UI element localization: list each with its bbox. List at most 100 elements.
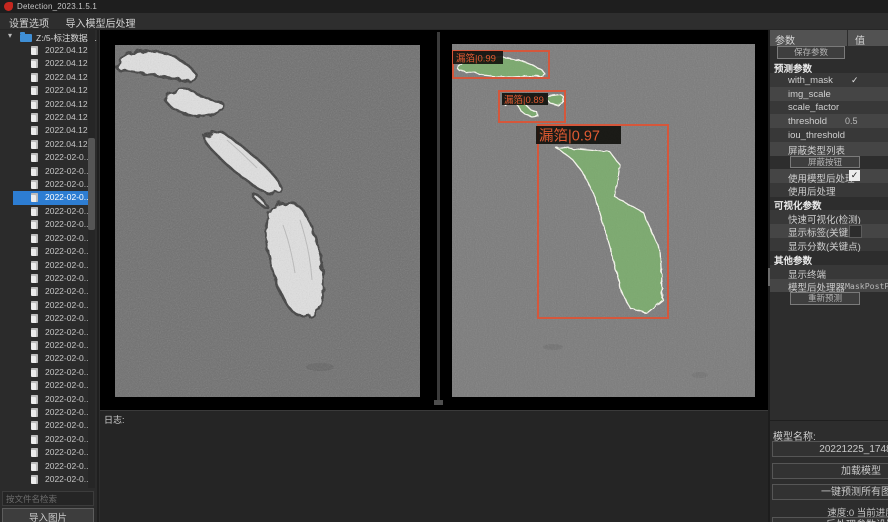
file-icon (31, 462, 38, 471)
parameter-row[interactable]: with_mask ✓ (770, 73, 888, 87)
postprocess-settings-button[interactable]: 后处理参数设置 (772, 517, 888, 522)
file-tree-item[interactable]: 2022-02-0... (0, 352, 88, 365)
parameter-row[interactable]: 预测参数 (770, 60, 888, 74)
file-tree-item[interactable]: 2022-02-0... (0, 393, 88, 406)
file-icon (31, 435, 38, 444)
parameter-row[interactable]: 使用模型后处理 ✓ (770, 169, 888, 183)
viewport-splitter-handle[interactable] (434, 400, 443, 405)
file-tree-item[interactable]: 2022.04.12... (0, 57, 88, 70)
file-tree-item[interactable]: 2022-02-0... (0, 259, 88, 272)
file-tree-item[interactable]: 2022-02-0... (0, 473, 88, 486)
column-header-value: 值 (848, 30, 888, 46)
log-output[interactable] (104, 425, 766, 522)
file-name: 2022-02-0... (45, 474, 88, 484)
file-tree-item[interactable]: 2022-02-0... (0, 245, 88, 258)
file-icon (31, 341, 38, 350)
file-tree-item[interactable]: 2022.04.12... (0, 71, 88, 84)
file-tree-item[interactable]: 2022.04.12... (0, 98, 88, 111)
file-icon (31, 167, 38, 176)
file-icon (31, 448, 38, 457)
file-tree-item[interactable]: 2022-02-0... (0, 326, 88, 339)
file-icon (31, 261, 38, 270)
source-image (115, 45, 420, 397)
file-name: 2022.04.12... (45, 85, 88, 95)
file-tree-item[interactable]: 2022-02-0... (0, 419, 88, 432)
parameter-value[interactable]: 0.5 (845, 116, 858, 126)
file-tree-item[interactable]: 2022-02-0... (0, 285, 88, 298)
file-tree-item[interactable]: 2022.04.12... (0, 84, 88, 97)
file-name: 2022-02-0... (45, 152, 88, 162)
parameter-row[interactable]: iou_threshold (770, 128, 888, 142)
tree-scrollbar-thumb[interactable] (88, 138, 95, 230)
detection-label-3: 漏箔|0.97 (539, 128, 600, 145)
parameter-row[interactable]: 显示标签(关键点) (770, 224, 888, 238)
file-tree-item[interactable]: 2022.04.12... (0, 124, 88, 137)
parameter-row[interactable]: 屏蔽类型列表 (770, 142, 888, 156)
parameter-row[interactable]: 重新预测 (770, 292, 888, 306)
file-tree-item[interactable]: 2022-02-0... (0, 406, 88, 419)
parameter-row[interactable]: 屏蔽按钮 (770, 156, 888, 170)
file-icon (31, 153, 38, 162)
file-tree-item[interactable]: 2022-02-0... (0, 433, 88, 446)
file-tree-item[interactable]: 2022-02-0... (0, 205, 88, 218)
parameter-row[interactable]: img_scale (770, 87, 888, 101)
file-tree-item[interactable]: 2022-02-0... (0, 299, 88, 312)
viewport-splitter[interactable] (437, 32, 440, 402)
image-grain (115, 45, 420, 397)
file-name: 2022.04.12... (45, 112, 88, 122)
parameter-value[interactable]: ✓ (851, 75, 859, 86)
file-icon (31, 354, 38, 363)
file-icon (31, 287, 38, 296)
parameter-label: scale_factor (788, 102, 839, 113)
file-tree-item[interactable]: 2022-02-0... (0, 460, 88, 473)
file-tree-item[interactable]: 2022-02-0 (0, 486, 88, 488)
file-tree-item[interactable]: 2022.04.12... (0, 111, 88, 124)
file-tree-item[interactable]: 2022-02-0... (0, 178, 88, 191)
parameter-row[interactable]: scale_factor (770, 101, 888, 115)
parameter-row[interactable]: 模型后处理器 MaskPostPro (770, 279, 888, 293)
file-tree-item[interactable]: 2022-02-0... (0, 339, 88, 352)
file-tree-item[interactable]: 2022-02-0... (0, 272, 88, 285)
file-tree-item[interactable]: 2022-02-0... (0, 165, 88, 178)
search-input[interactable] (2, 491, 94, 506)
predict-all-button[interactable]: 一键预测所有图片 (772, 484, 888, 500)
file-icon (31, 247, 38, 256)
model-name-field[interactable]: 20221225_174813 (772, 441, 888, 457)
file-tree-item[interactable]: 2022-02-0... (0, 446, 88, 459)
parameter-row[interactable]: threshold 0.5 (770, 114, 888, 128)
tree-root-folder[interactable]: ▾ Z:/5-标注数据/... (0, 31, 97, 44)
file-tree-item[interactable]: 2022-02-0... (0, 191, 88, 204)
parameter-row[interactable]: 快速可视化(检测) (770, 210, 888, 224)
parameter-value[interactable] (849, 225, 862, 238)
file-name: 2022-02-0... (45, 166, 88, 176)
file-name: 2022-02-0... (45, 273, 88, 283)
file-name: 2022-02-0... (45, 340, 88, 350)
parameter-row[interactable]: 保存参数 (770, 46, 888, 60)
parameter-value[interactable]: MaskPostPro (845, 281, 888, 291)
file-tree-item[interactable]: 2022.04.12... (0, 44, 88, 57)
import-images-button[interactable]: 导入图片 (2, 508, 94, 522)
chevron-down-icon[interactable]: ▾ (8, 31, 12, 40)
parameter-row[interactable]: 显示终端 (770, 265, 888, 279)
file-tree-item[interactable]: 2022-02-0... (0, 151, 88, 164)
file-tree-item[interactable]: 2022.04.12... (0, 138, 88, 151)
parameter-row[interactable]: 可视化参数 (770, 197, 888, 211)
parameter-row[interactable]: 使用后处理 (770, 183, 888, 197)
file-name: 2022-02-0... (45, 353, 88, 363)
file-name: 2022-02-0... (45, 313, 88, 323)
file-tree-item[interactable]: 2022-02-0... (0, 232, 88, 245)
prediction-image: 漏箔|0.99 漏箔|0.89 漏箔|0.97 (452, 44, 755, 397)
parameter-row[interactable]: 其他参数 (770, 251, 888, 265)
file-icon (31, 421, 38, 430)
tree-scrollbar[interactable] (88, 30, 95, 488)
file-icon (31, 126, 38, 135)
load-model-button[interactable]: 加载模型 (772, 463, 888, 479)
file-tree-item[interactable]: 2022-02-0... (0, 218, 88, 231)
file-tree-item[interactable]: 2022-02-0... (0, 379, 88, 392)
file-tree-item[interactable]: 2022-02-0... (0, 366, 88, 379)
file-tree-item[interactable]: 2022-02-0... (0, 312, 88, 325)
file-icon (31, 381, 38, 390)
parameter-label: 保存参数 (777, 46, 845, 59)
parameter-row[interactable]: 显示分数(关键点) (770, 238, 888, 252)
parameter-value[interactable]: ✓ (849, 170, 860, 181)
